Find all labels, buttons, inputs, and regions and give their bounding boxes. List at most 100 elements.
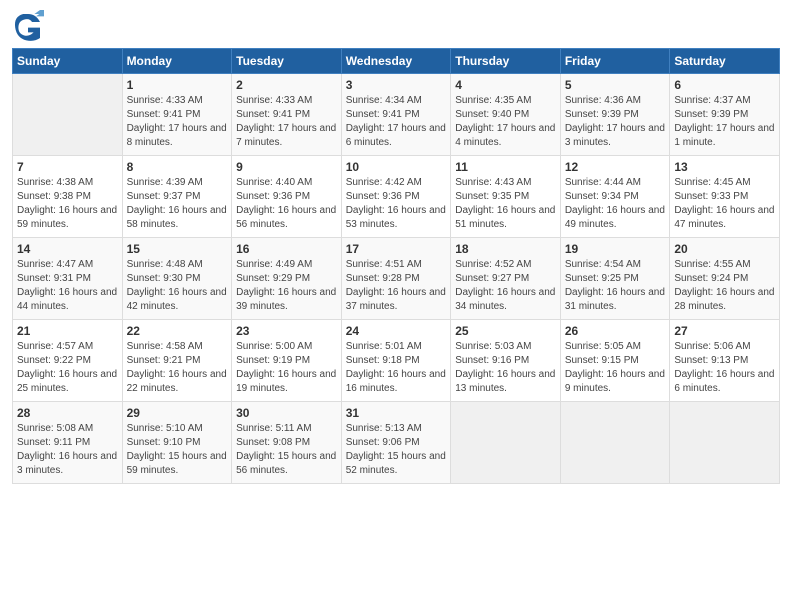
calendar-cell: 2 Sunrise: 4:33 AMSunset: 9:41 PMDayligh… xyxy=(232,74,342,156)
header-day-wednesday: Wednesday xyxy=(341,49,451,74)
day-number: 17 xyxy=(346,242,447,256)
day-info: Sunrise: 4:35 AMSunset: 9:40 PMDaylight:… xyxy=(455,94,556,150)
calendar-cell: 15 Sunrise: 4:48 AMSunset: 9:30 PMDaylig… xyxy=(122,238,232,320)
day-number: 15 xyxy=(127,242,228,256)
calendar-cell: 24 Sunrise: 5:01 AMSunset: 9:18 PMDaylig… xyxy=(341,320,451,402)
day-info: Sunrise: 5:01 AMSunset: 9:18 PMDaylight:… xyxy=(346,340,447,396)
day-number: 21 xyxy=(17,324,118,338)
day-number: 8 xyxy=(127,160,228,174)
day-number: 29 xyxy=(127,406,228,420)
calendar-cell: 1 Sunrise: 4:33 AMSunset: 9:41 PMDayligh… xyxy=(122,74,232,156)
calendar-cell: 19 Sunrise: 4:54 AMSunset: 9:25 PMDaylig… xyxy=(560,238,670,320)
header xyxy=(12,10,780,42)
day-number: 14 xyxy=(17,242,118,256)
day-info: Sunrise: 5:06 AMSunset: 9:13 PMDaylight:… xyxy=(674,340,775,396)
day-number: 4 xyxy=(455,78,556,92)
day-info: Sunrise: 4:45 AMSunset: 9:33 PMDaylight:… xyxy=(674,176,775,232)
header-day-sunday: Sunday xyxy=(13,49,123,74)
day-number: 28 xyxy=(17,406,118,420)
calendar-week-row: 1 Sunrise: 4:33 AMSunset: 9:41 PMDayligh… xyxy=(13,74,780,156)
header-day-saturday: Saturday xyxy=(670,49,780,74)
calendar-cell: 9 Sunrise: 4:40 AMSunset: 9:36 PMDayligh… xyxy=(232,156,342,238)
day-number: 6 xyxy=(674,78,775,92)
day-info: Sunrise: 4:34 AMSunset: 9:41 PMDaylight:… xyxy=(346,94,447,150)
calendar-cell: 13 Sunrise: 4:45 AMSunset: 9:33 PMDaylig… xyxy=(670,156,780,238)
day-number: 23 xyxy=(236,324,337,338)
header-day-tuesday: Tuesday xyxy=(232,49,342,74)
day-number: 27 xyxy=(674,324,775,338)
day-info: Sunrise: 4:37 AMSunset: 9:39 PMDaylight:… xyxy=(674,94,775,150)
calendar-cell: 12 Sunrise: 4:44 AMSunset: 9:34 PMDaylig… xyxy=(560,156,670,238)
day-info: Sunrise: 4:33 AMSunset: 9:41 PMDaylight:… xyxy=(236,94,337,150)
day-number: 16 xyxy=(236,242,337,256)
calendar-cell xyxy=(560,402,670,484)
calendar-table: SundayMondayTuesdayWednesdayThursdayFrid… xyxy=(12,48,780,484)
calendar-cell: 7 Sunrise: 4:38 AMSunset: 9:38 PMDayligh… xyxy=(13,156,123,238)
day-info: Sunrise: 4:54 AMSunset: 9:25 PMDaylight:… xyxy=(565,258,666,314)
day-number: 19 xyxy=(565,242,666,256)
day-number: 2 xyxy=(236,78,337,92)
day-info: Sunrise: 4:48 AMSunset: 9:30 PMDaylight:… xyxy=(127,258,228,314)
calendar-week-row: 7 Sunrise: 4:38 AMSunset: 9:38 PMDayligh… xyxy=(13,156,780,238)
header-day-monday: Monday xyxy=(122,49,232,74)
day-info: Sunrise: 5:08 AMSunset: 9:11 PMDaylight:… xyxy=(17,422,118,478)
day-info: Sunrise: 4:52 AMSunset: 9:27 PMDaylight:… xyxy=(455,258,556,314)
day-number: 22 xyxy=(127,324,228,338)
day-info: Sunrise: 4:40 AMSunset: 9:36 PMDaylight:… xyxy=(236,176,337,232)
day-number: 11 xyxy=(455,160,556,174)
day-info: Sunrise: 4:36 AMSunset: 9:39 PMDaylight:… xyxy=(565,94,666,150)
day-info: Sunrise: 4:42 AMSunset: 9:36 PMDaylight:… xyxy=(346,176,447,232)
day-info: Sunrise: 4:44 AMSunset: 9:34 PMDaylight:… xyxy=(565,176,666,232)
day-number: 26 xyxy=(565,324,666,338)
day-number: 13 xyxy=(674,160,775,174)
logo-icon xyxy=(12,10,44,42)
calendar-cell xyxy=(670,402,780,484)
calendar-cell: 6 Sunrise: 4:37 AMSunset: 9:39 PMDayligh… xyxy=(670,74,780,156)
calendar-cell: 14 Sunrise: 4:47 AMSunset: 9:31 PMDaylig… xyxy=(13,238,123,320)
day-number: 30 xyxy=(236,406,337,420)
calendar-cell: 29 Sunrise: 5:10 AMSunset: 9:10 PMDaylig… xyxy=(122,402,232,484)
calendar-cell: 23 Sunrise: 5:00 AMSunset: 9:19 PMDaylig… xyxy=(232,320,342,402)
calendar-cell: 3 Sunrise: 4:34 AMSunset: 9:41 PMDayligh… xyxy=(341,74,451,156)
calendar-cell: 21 Sunrise: 4:57 AMSunset: 9:22 PMDaylig… xyxy=(13,320,123,402)
calendar-cell: 5 Sunrise: 4:36 AMSunset: 9:39 PMDayligh… xyxy=(560,74,670,156)
day-info: Sunrise: 5:10 AMSunset: 9:10 PMDaylight:… xyxy=(127,422,228,478)
day-number: 25 xyxy=(455,324,556,338)
calendar-week-row: 28 Sunrise: 5:08 AMSunset: 9:11 PMDaylig… xyxy=(13,402,780,484)
day-info: Sunrise: 4:47 AMSunset: 9:31 PMDaylight:… xyxy=(17,258,118,314)
day-info: Sunrise: 4:51 AMSunset: 9:28 PMDaylight:… xyxy=(346,258,447,314)
day-number: 10 xyxy=(346,160,447,174)
day-info: Sunrise: 5:03 AMSunset: 9:16 PMDaylight:… xyxy=(455,340,556,396)
calendar-cell: 20 Sunrise: 4:55 AMSunset: 9:24 PMDaylig… xyxy=(670,238,780,320)
day-number: 31 xyxy=(346,406,447,420)
calendar-cell: 11 Sunrise: 4:43 AMSunset: 9:35 PMDaylig… xyxy=(451,156,561,238)
calendar-cell: 22 Sunrise: 4:58 AMSunset: 9:21 PMDaylig… xyxy=(122,320,232,402)
calendar-cell: 16 Sunrise: 4:49 AMSunset: 9:29 PMDaylig… xyxy=(232,238,342,320)
logo xyxy=(12,10,48,42)
calendar-cell: 25 Sunrise: 5:03 AMSunset: 9:16 PMDaylig… xyxy=(451,320,561,402)
day-info: Sunrise: 5:11 AMSunset: 9:08 PMDaylight:… xyxy=(236,422,337,478)
calendar-cell xyxy=(451,402,561,484)
day-info: Sunrise: 5:05 AMSunset: 9:15 PMDaylight:… xyxy=(565,340,666,396)
day-info: Sunrise: 4:38 AMSunset: 9:38 PMDaylight:… xyxy=(17,176,118,232)
calendar-cell: 17 Sunrise: 4:51 AMSunset: 9:28 PMDaylig… xyxy=(341,238,451,320)
day-number: 24 xyxy=(346,324,447,338)
calendar-header-row: SundayMondayTuesdayWednesdayThursdayFrid… xyxy=(13,49,780,74)
calendar-cell: 30 Sunrise: 5:11 AMSunset: 9:08 PMDaylig… xyxy=(232,402,342,484)
day-number: 7 xyxy=(17,160,118,174)
calendar-cell: 26 Sunrise: 5:05 AMSunset: 9:15 PMDaylig… xyxy=(560,320,670,402)
day-info: Sunrise: 4:57 AMSunset: 9:22 PMDaylight:… xyxy=(17,340,118,396)
day-number: 12 xyxy=(565,160,666,174)
calendar-cell xyxy=(13,74,123,156)
day-number: 1 xyxy=(127,78,228,92)
day-info: Sunrise: 5:13 AMSunset: 9:06 PMDaylight:… xyxy=(346,422,447,478)
header-day-friday: Friday xyxy=(560,49,670,74)
day-info: Sunrise: 4:55 AMSunset: 9:24 PMDaylight:… xyxy=(674,258,775,314)
calendar-cell: 8 Sunrise: 4:39 AMSunset: 9:37 PMDayligh… xyxy=(122,156,232,238)
main-container: SundayMondayTuesdayWednesdayThursdayFrid… xyxy=(0,0,792,494)
calendar-cell: 27 Sunrise: 5:06 AMSunset: 9:13 PMDaylig… xyxy=(670,320,780,402)
day-info: Sunrise: 4:33 AMSunset: 9:41 PMDaylight:… xyxy=(127,94,228,150)
day-number: 18 xyxy=(455,242,556,256)
calendar-week-row: 21 Sunrise: 4:57 AMSunset: 9:22 PMDaylig… xyxy=(13,320,780,402)
calendar-cell: 31 Sunrise: 5:13 AMSunset: 9:06 PMDaylig… xyxy=(341,402,451,484)
